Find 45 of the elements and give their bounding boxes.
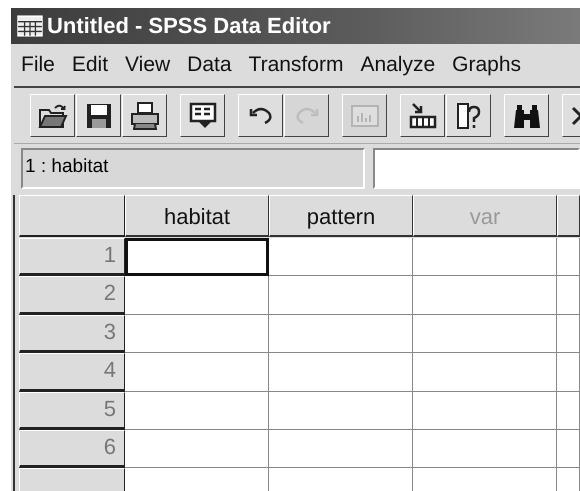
table-cell[interactable] — [125, 276, 269, 315]
table-cell[interactable] — [557, 430, 580, 468]
corner-header[interactable] — [19, 195, 125, 237]
table-cell[interactable] — [125, 392, 269, 430]
spreadsheet-icon — [17, 15, 43, 37]
table-cell[interactable] — [557, 276, 580, 315]
window-title: Untitled - SPSS Data Editor — [47, 13, 331, 39]
save-button[interactable] — [76, 94, 121, 137]
table-cell[interactable] — [557, 314, 580, 354]
menu-item[interactable]: File — [14, 53, 65, 77]
table-cell[interactable] — [413, 238, 557, 276]
menu-item[interactable]: Analyze — [353, 53, 446, 77]
goto-button[interactable] — [400, 94, 445, 137]
table-cell[interactable] — [269, 314, 413, 354]
undo-button[interactable] — [238, 94, 283, 137]
cell-reference-field: 1 : habitat — [21, 148, 365, 189]
open-button[interactable] — [30, 94, 75, 137]
menu-item[interactable]: Data — [180, 53, 242, 77]
table-cell[interactable] — [125, 314, 269, 354]
table-cell[interactable] — [269, 276, 413, 315]
menu-item[interactable]: Transform — [242, 53, 354, 77]
table-cell[interactable] — [413, 430, 557, 468]
dialog-button[interactable] — [180, 94, 225, 137]
cell-editor-field[interactable] — [373, 148, 580, 189]
table-cell[interactable] — [557, 392, 580, 430]
table-cell[interactable] — [269, 392, 413, 430]
table-cell[interactable] — [413, 276, 557, 315]
table-cell[interactable] — [269, 238, 413, 276]
table-cell[interactable] — [125, 238, 269, 276]
table-cell[interactable] — [125, 430, 269, 468]
menu-item[interactable]: Graphs — [445, 53, 532, 77]
table-cell[interactable] — [557, 238, 580, 276]
menu-item[interactable]: Edit — [64, 53, 118, 77]
table-cell[interactable] — [269, 353, 413, 392]
menu-item[interactable]: View — [118, 53, 180, 77]
table-cell[interactable] — [557, 353, 580, 392]
print-button[interactable] — [122, 94, 167, 137]
table-cell[interactable] — [413, 392, 557, 430]
table-cell[interactable] — [269, 430, 413, 468]
find-button[interactable] — [504, 94, 549, 137]
variables-button[interactable] — [446, 94, 491, 137]
table-cell[interactable] — [413, 314, 557, 354]
table-cell[interactable] — [125, 353, 269, 392]
table-cell[interactable] — [413, 353, 557, 392]
printer-icon — [128, 100, 160, 132]
